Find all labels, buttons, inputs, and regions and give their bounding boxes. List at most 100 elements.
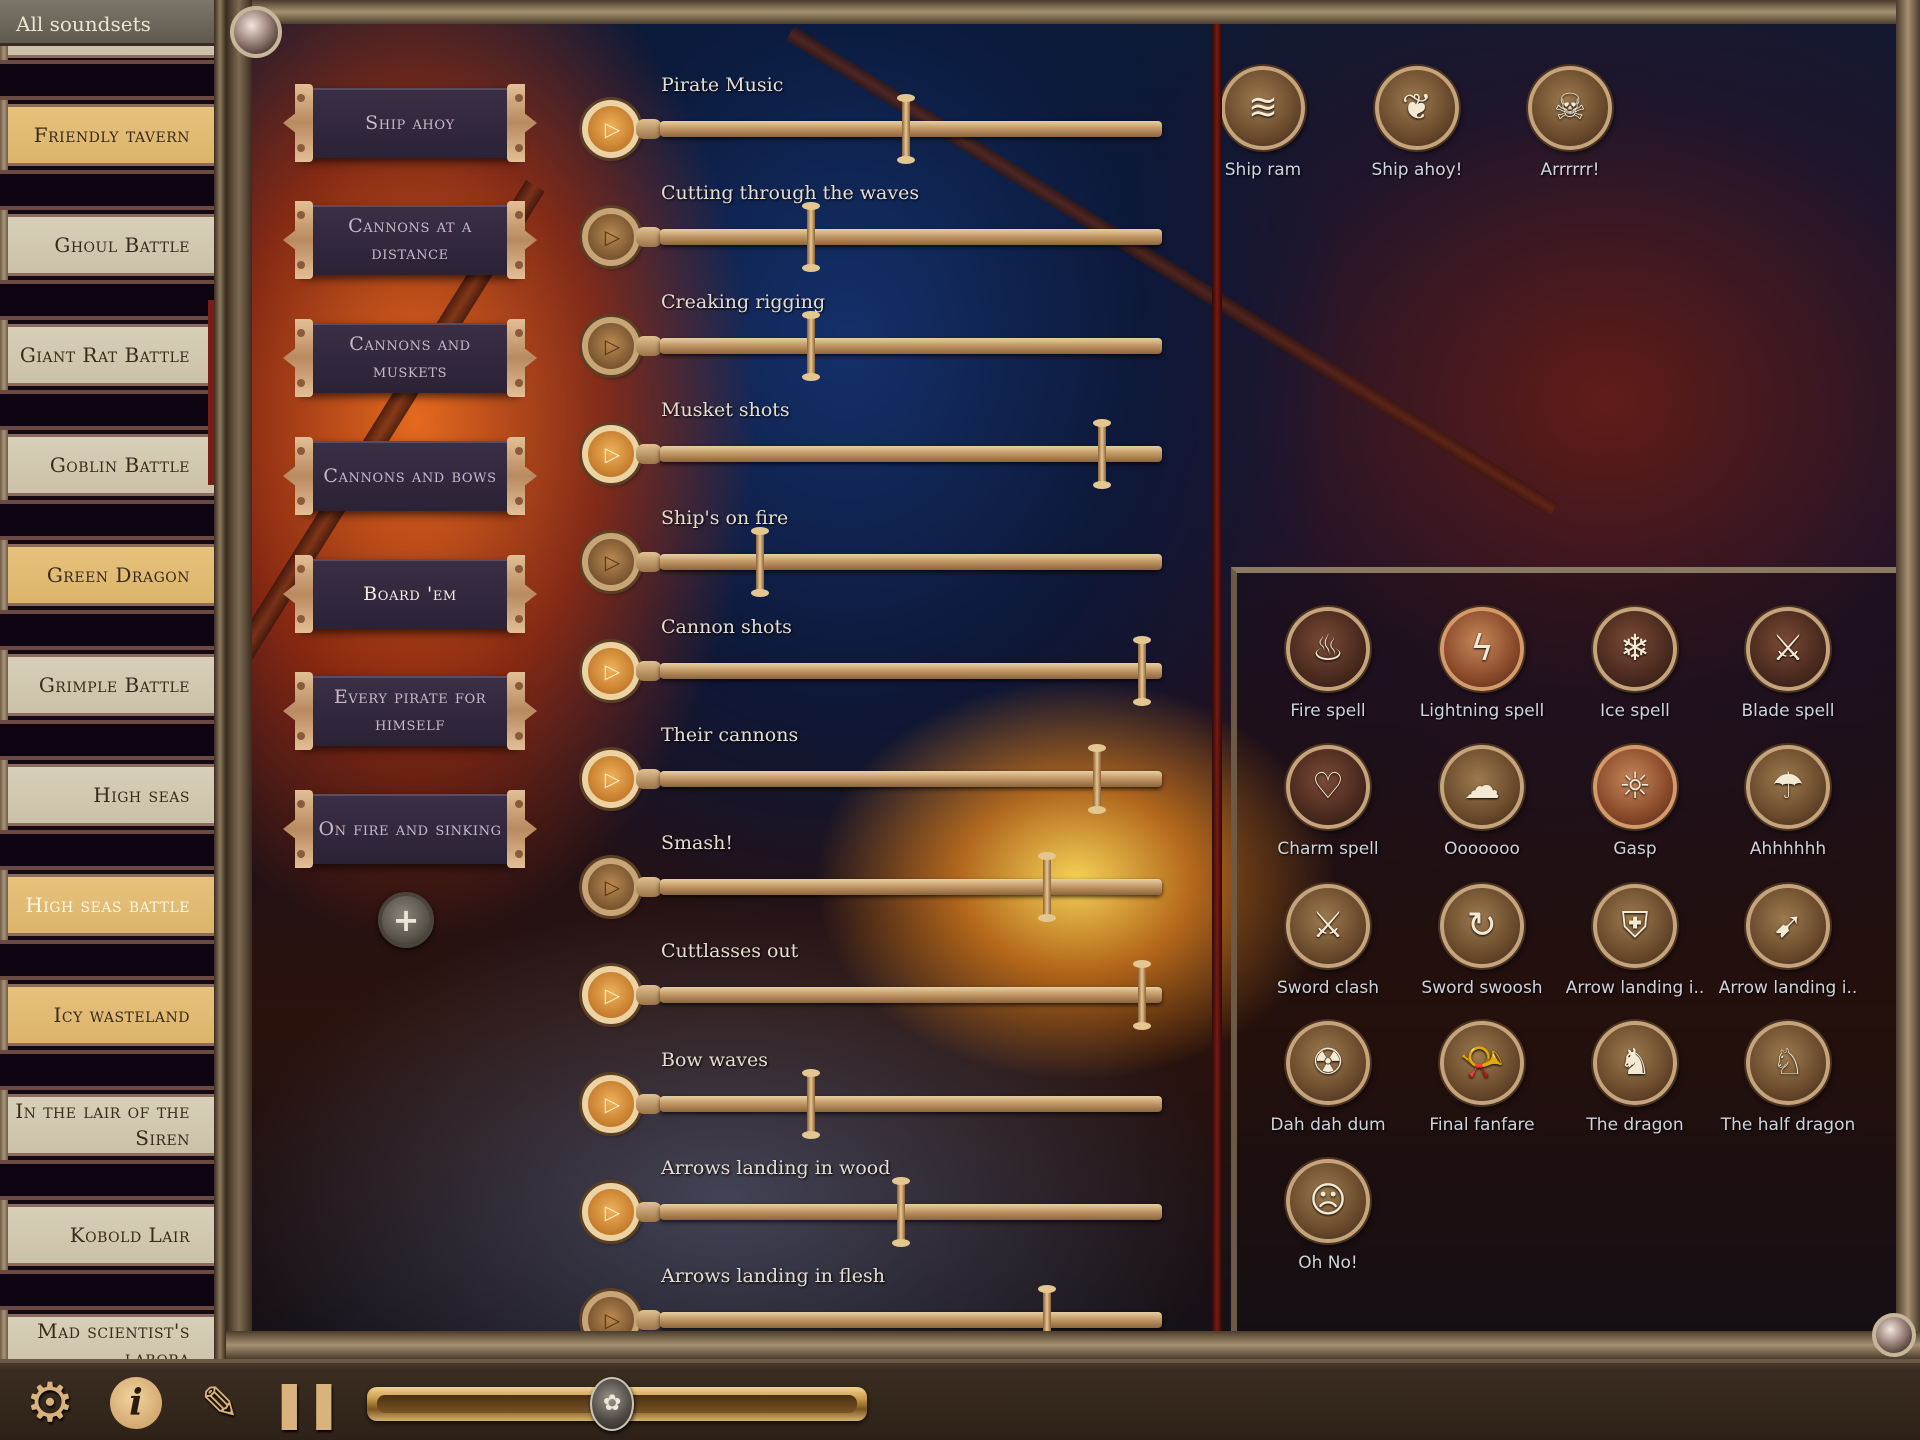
sidebar-item-label: In the lair of the Siren — [15, 1099, 190, 1150]
play-icon: ▷ — [604, 550, 621, 575]
scene-button[interactable]: Ship ahoy — [283, 84, 537, 162]
oneshot-button[interactable]: ♘ The half dragon — [1721, 1021, 1855, 1141]
oneshot-button[interactable]: ☹ Oh No! — [1263, 1159, 1393, 1279]
volume-slider-thumb[interactable] — [751, 527, 770, 598]
volume-slider-track[interactable] — [660, 1095, 1162, 1112]
play-toggle-button[interactable]: ▷ — [582, 1183, 640, 1241]
oneshot-button[interactable]: ↻ Sword swoosh — [1417, 884, 1547, 1004]
volume-slider-track[interactable] — [660, 229, 1162, 246]
volume-slider-thumb[interactable] — [896, 94, 915, 164]
oneshot-button[interactable]: ☠ Arrrrrr! — [1505, 66, 1635, 186]
master-volume-knob[interactable]: ✿ — [590, 1377, 635, 1431]
volume-slider-thumb[interactable] — [1092, 418, 1111, 489]
volume-slider-thumb[interactable] — [1037, 852, 1056, 923]
sidebar-item-soundset[interactable]: Mad scientist's labora — [8, 1314, 216, 1359]
oneshot-button[interactable]: ♞ The dragon — [1570, 1021, 1700, 1141]
sidebar-item-soundset[interactable]: High seas — [8, 764, 216, 826]
rivet-icon — [515, 682, 523, 690]
sound-row: Their cannons ▷ — [580, 724, 1190, 832]
play-toggle-button[interactable]: ▷ — [582, 1074, 640, 1133]
play-toggle-button[interactable]: ▷ — [582, 966, 640, 1025]
scene-button[interactable]: Cannons at a distance — [283, 201, 537, 279]
sidebar-item-soundset[interactable]: Friendly tavern — [8, 104, 216, 166]
oneshot-coin: ≋ — [1221, 66, 1305, 150]
sidebar-separator — [0, 500, 216, 540]
oneshot-button[interactable]: ⚔ Sword clash — [1263, 884, 1393, 1004]
play-toggle-button[interactable]: ▷ — [582, 533, 640, 592]
scene-button[interactable]: Board 'em — [283, 555, 537, 633]
oneshot-button[interactable]: ❄ Ice spell — [1570, 607, 1700, 727]
volume-slider-track[interactable] — [660, 337, 1162, 354]
sound-row: Ship's on fire ▷ — [580, 507, 1190, 615]
oneshot-button[interactable]: ❦ Ship ahoy! — [1352, 66, 1482, 186]
volume-slider-thumb[interactable] — [801, 202, 820, 273]
oneshot-coin: ☼ — [1593, 745, 1677, 829]
edit-pencil-icon[interactable]: ✎ — [190, 1373, 250, 1433]
play-toggle-button[interactable]: ▷ — [582, 641, 640, 700]
scene-button[interactable]: Every pirate for himself — [283, 672, 537, 750]
play-toggle-button[interactable]: ▷ — [582, 100, 640, 158]
scene-button[interactable]: On fire and sinking — [283, 790, 537, 868]
play-toggle-button[interactable]: ▷ — [582, 316, 640, 375]
sidebar-item-soundset[interactable]: Green Dragon — [8, 544, 216, 606]
oneshot-button[interactable]: ☼ Gasp — [1570, 745, 1700, 865]
oneshot-button[interactable]: ⚔ Blade spell — [1723, 607, 1853, 727]
volume-slider-track[interactable] — [660, 770, 1162, 787]
sidebar-item-label: Grimple Battle — [38, 672, 190, 697]
sidebar-item-soundset[interactable]: Goblin Battle — [8, 434, 216, 496]
sidebar-item-soundset[interactable]: High seas battle — [8, 874, 216, 936]
oneshot-button[interactable]: ☢ Dah dah dum — [1263, 1021, 1393, 1141]
heart-icon: ♡ — [1311, 766, 1345, 807]
volume-slider-thumb[interactable] — [891, 1177, 910, 1247]
add-scene-button[interactable]: + — [378, 892, 434, 948]
info-icon: i — [110, 1377, 162, 1429]
sidebar-item-soundset[interactable]: In the lair of the Siren — [8, 1094, 216, 1156]
volume-slider-track[interactable] — [660, 662, 1162, 679]
play-toggle-button[interactable]: ▷ — [582, 858, 640, 917]
pause-icon[interactable]: ❚❚ — [270, 1373, 343, 1433]
volume-slider-thumb[interactable] — [801, 1068, 820, 1139]
volume-slider-thumb[interactable] — [1087, 743, 1106, 814]
play-toggle-button[interactable]: ▷ — [582, 749, 640, 808]
rivet-icon — [297, 497, 305, 505]
sound-label: Ship's on fire — [661, 507, 789, 530]
oneshot-button[interactable]: 📯 Final fanfare — [1417, 1021, 1547, 1141]
sidebar-item-label: Friendly tavern — [33, 122, 190, 147]
volume-slider-track[interactable] — [660, 445, 1162, 462]
sidebar-item-soundset[interactable]: Kobold Lair — [8, 1204, 216, 1266]
volume-slider-track[interactable] — [660, 1312, 1162, 1329]
oneshot-button[interactable]: ➹ Arrow landing i.. — [1719, 884, 1857, 1004]
sidebar-separator — [0, 1160, 216, 1200]
sidebar-item-soundset[interactable]: Ghoul Battle — [8, 214, 216, 276]
all-soundsets-label: All soundsets — [16, 12, 151, 36]
settings-icon[interactable]: ⚙ — [20, 1373, 80, 1433]
oneshot-button[interactable]: ☂ Ahhhhhh — [1723, 745, 1853, 865]
scene-button[interactable]: Cannons and bows — [283, 437, 537, 515]
volume-slider-thumb[interactable] — [801, 310, 820, 381]
volume-slider-track[interactable] — [660, 554, 1162, 571]
sidebar-item-soundset[interactable]: Icy wasteland — [8, 984, 216, 1046]
sidebar-separator — [0, 830, 216, 870]
volume-slider-thumb[interactable] — [1132, 960, 1151, 1031]
oneshot-button[interactable]: ⛨ Arrow landing i.. — [1566, 884, 1704, 1004]
volume-slider-track[interactable] — [660, 987, 1162, 1004]
sidebar-item-soundset[interactable]: Giant Rat Battle — [8, 324, 216, 386]
oneshot-button[interactable]: ♨ Fire spell — [1263, 607, 1393, 727]
oneshot-button[interactable]: ϟ Lightning spell — [1417, 607, 1547, 727]
play-toggle-button[interactable]: ▷ — [582, 424, 640, 483]
oneshot-button[interactable]: ☁ Ooooooo — [1417, 745, 1547, 865]
scene-button[interactable]: Cannons and muskets — [283, 319, 537, 397]
play-toggle-button[interactable]: ▷ — [582, 208, 640, 267]
sound-row: Cuttlasses out ▷ — [580, 940, 1190, 1048]
oneshot-button[interactable]: ♡ Charm spell — [1263, 745, 1393, 865]
rivet-icon — [297, 329, 305, 337]
rivet-icon — [297, 800, 305, 808]
volume-slider-track[interactable] — [660, 121, 1162, 137]
sidebar-item-soundset[interactable]: Grimple Battle — [8, 654, 216, 716]
volume-slider-track[interactable] — [660, 1204, 1162, 1220]
volume-slider-track[interactable] — [660, 879, 1162, 896]
volume-slider-thumb[interactable] — [1132, 635, 1151, 706]
master-volume-slider[interactable]: ✿ — [367, 1377, 867, 1431]
all-soundsets-header[interactable]: All soundsets — [0, 0, 222, 46]
info-button[interactable]: i — [106, 1373, 166, 1433]
